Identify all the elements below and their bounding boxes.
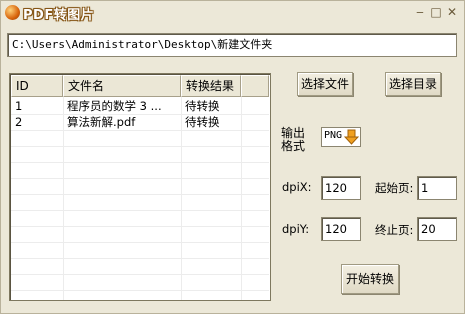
format-label-line2: 格式 <box>281 139 306 153</box>
file-list-header: ID 文件名 转换结果 <box>11 75 269 97</box>
format-select[interactable]: PNG <box>321 127 361 147</box>
dpi-y-label: dpiY: <box>282 222 310 236</box>
format-value: PNG <box>324 130 343 141</box>
select-directory-button[interactable]: 选择目录 <box>385 72 441 96</box>
row-id: 2 <box>15 115 23 129</box>
table-row-empty <box>11 147 269 163</box>
column-header-filler <box>241 75 269 97</box>
row-status: 待转换 <box>185 99 220 113</box>
table-row-empty <box>11 131 269 147</box>
minimize-icon[interactable]: ‒ <box>413 5 427 19</box>
table-row-empty <box>11 163 269 179</box>
dpi-x-input[interactable]: 120 <box>321 176 361 200</box>
column-header-filename[interactable]: 文件名 <box>63 75 181 97</box>
table-row[interactable]: 1 程序员的数学 3 ... 待转换 <box>11 99 269 115</box>
file-list[interactable]: ID 文件名 转换结果 1 程序员的数学 3 ... 待转换 2 算法新解.pd… <box>9 73 271 301</box>
start-conversion-button[interactable]: 开始转换 <box>341 264 399 294</box>
row-filename: 程序员的数学 3 ... <box>67 99 162 113</box>
row-filename: 算法新解.pdf <box>67 115 136 129</box>
row-id: 1 <box>15 99 23 113</box>
start-page-input[interactable]: 1 <box>417 176 457 200</box>
app-logo-icon <box>5 5 20 20</box>
dpi-y-input[interactable]: 120 <box>321 217 361 241</box>
table-row-empty <box>11 275 269 291</box>
table-row-empty <box>11 259 269 275</box>
select-file-button[interactable]: 选择文件 <box>297 72 353 96</box>
dpi-x-label: dpiX: <box>282 180 312 194</box>
dropdown-arrow-icon[interactable] <box>344 129 359 145</box>
table-row[interactable]: 2 算法新解.pdf 待转换 <box>11 115 269 131</box>
app-window: PDF转图片 ‒ □ ✕ C:\Users\Administrator\Desk… <box>0 0 465 314</box>
table-row-empty <box>11 179 269 195</box>
column-header-id[interactable]: ID <box>11 75 63 97</box>
end-page-input[interactable]: 20 <box>417 217 457 241</box>
row-status: 待转换 <box>185 115 220 129</box>
path-input[interactable]: C:\Users\Administrator\Desktop\新建文件夹 <box>7 33 457 57</box>
table-row-empty <box>11 243 269 259</box>
format-label: 输出 格式 <box>281 127 305 153</box>
end-page-label: 终止页: <box>375 223 414 237</box>
column-header-result[interactable]: 转换结果 <box>181 75 241 97</box>
table-row-empty <box>11 195 269 211</box>
title-bar[interactable]: PDF转图片 ‒ □ ✕ <box>1 1 464 25</box>
table-row-empty <box>11 211 269 227</box>
window-title: PDF转图片 <box>23 8 95 23</box>
close-icon[interactable]: ✕ <box>445 5 459 19</box>
maximize-icon[interactable]: □ <box>429 5 443 19</box>
table-row-empty <box>11 227 269 243</box>
start-page-label: 起始页: <box>375 181 414 195</box>
